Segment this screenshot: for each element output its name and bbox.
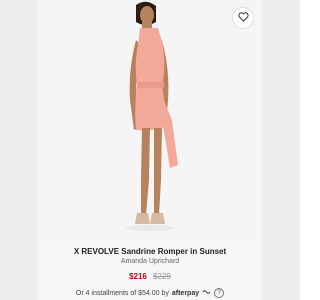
- heart-icon: [237, 9, 249, 27]
- installments-text: Or 4 installments of $54.00 by: [75, 289, 169, 297]
- product-brand[interactable]: Amanda Uprichard: [38, 258, 262, 265]
- right-gutter: [262, 0, 300, 300]
- sale-price: $216: [129, 272, 147, 281]
- favorite-button[interactable]: [232, 7, 254, 29]
- afterpay-logo: afterpay: [171, 289, 200, 297]
- left-gutter: [0, 0, 38, 300]
- info-icon[interactable]: ?: [214, 288, 225, 298]
- afterpay-loop-icon: [202, 289, 211, 297]
- price-row: $216 $229: [38, 272, 262, 281]
- afterpay-row: Or 4 installments of $54.00 by afterpay …: [38, 288, 262, 298]
- original-price: $229: [153, 272, 171, 281]
- product-image[interactable]: [38, 0, 262, 240]
- product-title[interactable]: X REVOLVE Sandrine Romper in Sunset: [38, 247, 262, 256]
